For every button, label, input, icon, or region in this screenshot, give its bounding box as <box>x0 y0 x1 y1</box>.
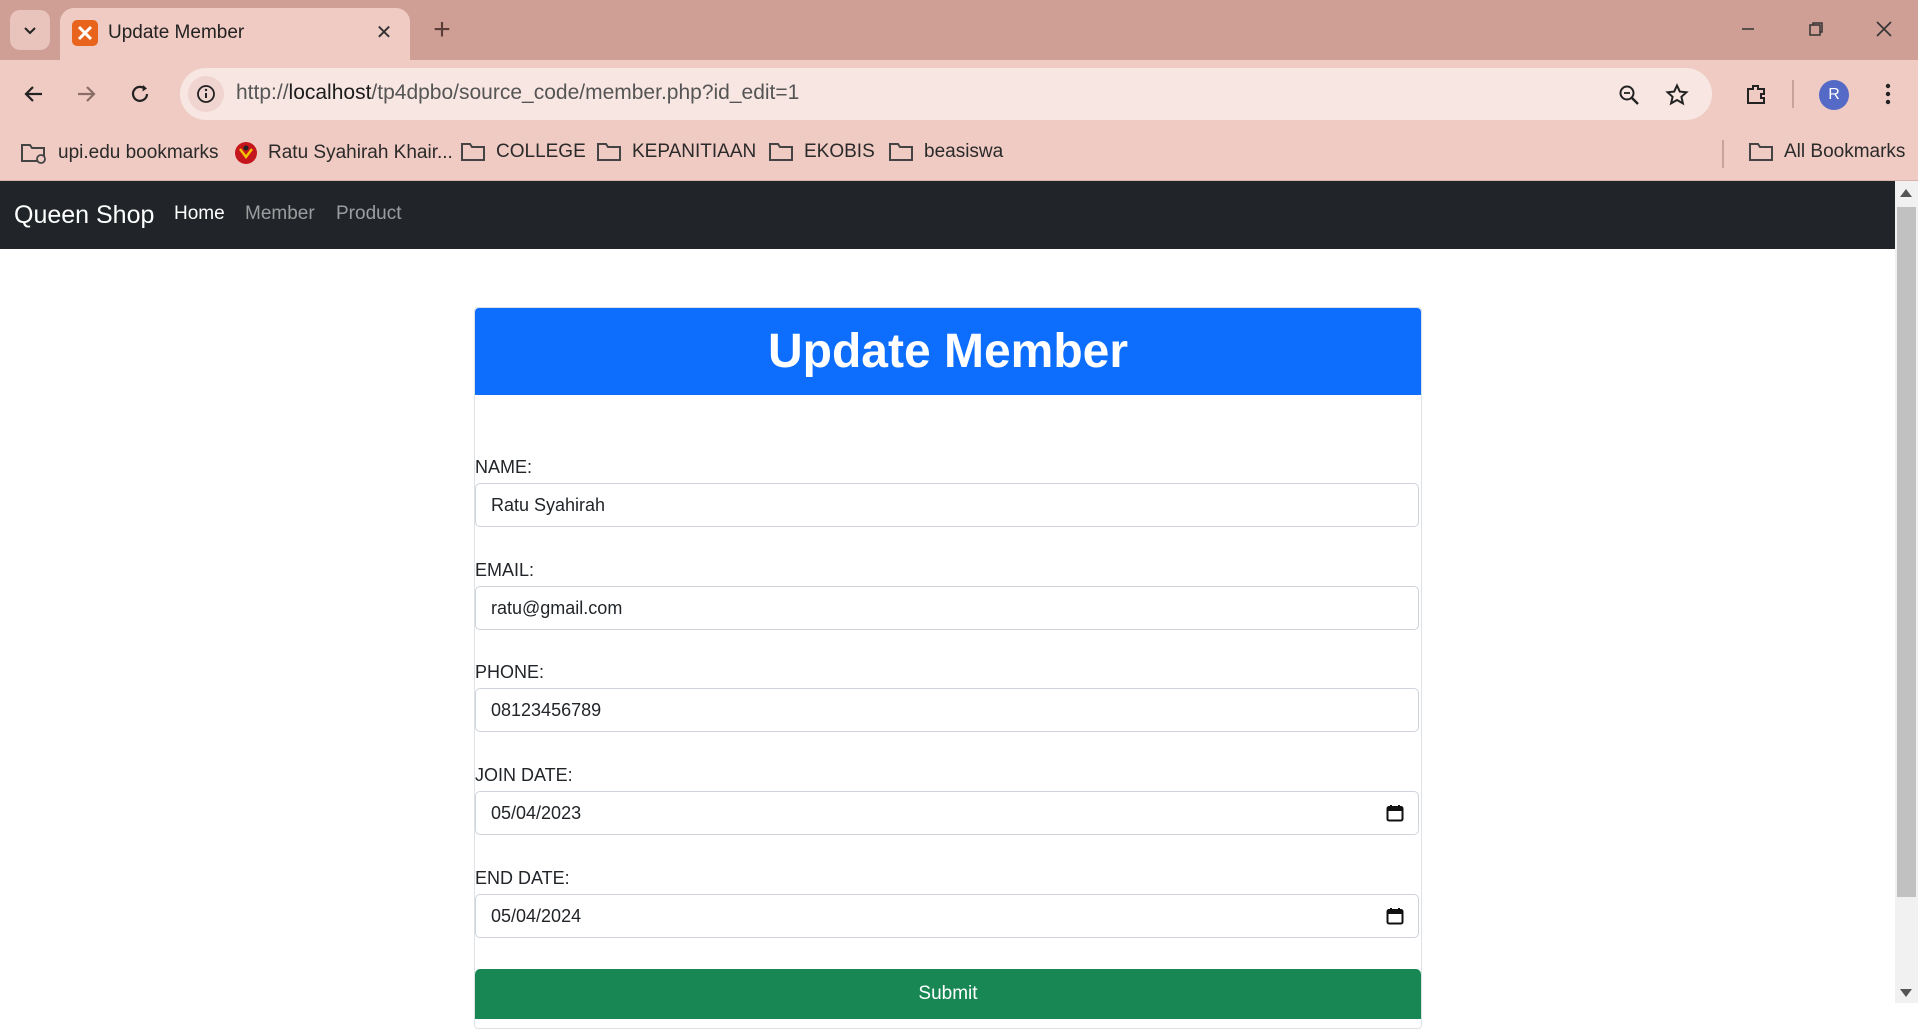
bookmark-beasiswa[interactable]: beasiswa <box>888 141 1003 163</box>
url-text[interactable]: http://localhost/tp4dpbo/source_code/mem… <box>236 81 799 105</box>
back-button[interactable] <box>12 72 56 116</box>
reload-icon <box>131 85 149 102</box>
folder-icon <box>769 143 793 161</box>
managed-folder-icon <box>21 144 46 164</box>
folder-icon <box>461 143 485 161</box>
join-date-value: 05/04/2023 <box>491 803 582 823</box>
tab-search-button[interactable] <box>10 10 50 50</box>
end-date-input[interactable]: 05/04/2024 <box>475 894 1419 938</box>
bookmarks-bar: upi.edu bookmarks Ratu Syahirah Khair...… <box>0 128 1918 181</box>
browser-tabstrip: Update Member ✕ + <box>0 0 1918 60</box>
address-bar[interactable]: http://localhost/tp4dpbo/source_code/mem… <box>180 68 1712 120</box>
arrow-right-icon <box>78 86 96 102</box>
reload-button[interactable] <box>118 72 162 116</box>
all-bookmarks-label: All Bookmarks <box>1784 141 1906 162</box>
page-title: Update Member <box>767 325 1129 378</box>
url-scheme: http:// <box>236 81 289 104</box>
end-date-value: 05/04/2024 <box>491 906 582 926</box>
phone-input[interactable]: 08123456789 <box>475 688 1419 732</box>
restore-icon[interactable] <box>1788 6 1844 52</box>
folder-icon <box>889 143 913 161</box>
card-header: Update Member <box>475 308 1421 395</box>
join-date-label: JOIN DATE: <box>475 765 573 785</box>
email-value: ratu@gmail.com <box>491 598 623 618</box>
close-window-icon[interactable] <box>1856 6 1912 52</box>
phone-value: 08123456789 <box>491 700 602 720</box>
site-info-icon[interactable] <box>188 76 224 112</box>
bookmark-label: beasiswa <box>924 141 1004 162</box>
nav-link-home[interactable]: Home <box>174 203 225 225</box>
browser-toolbar: http://localhost/tp4dpbo/source_code/mem… <box>0 60 1918 128</box>
calendar-icon[interactable] <box>1386 907 1404 925</box>
bookmark-ratu[interactable]: Ratu Syahirah Khair... <box>234 141 453 165</box>
tab-title: Update Member <box>108 22 245 43</box>
folder-icon <box>597 143 621 161</box>
scroll-down-arrow-icon[interactable] <box>1900 989 1912 997</box>
name-label: NAME: <box>475 457 533 477</box>
scroll-up-arrow-icon[interactable] <box>1900 189 1912 197</box>
end-date-label: END DATE: <box>475 868 570 888</box>
bookmark-label: KEPANITIAAN <box>632 141 757 162</box>
close-tab-icon[interactable]: ✕ <box>370 18 398 46</box>
folder-icon <box>1749 143 1773 161</box>
nav-link-member[interactable]: Member <box>245 203 315 225</box>
zoom-icon[interactable] <box>1612 78 1646 112</box>
tab-active[interactable]: Update Member ✕ <box>60 8 410 60</box>
site-logo-icon <box>235 142 257 164</box>
url-host: localhost <box>288 81 372 104</box>
forward-button[interactable] <box>64 72 108 116</box>
extensions-icon[interactable] <box>1734 72 1778 116</box>
url-path: /tp4dpbo/source_code/member.php?id_edit=… <box>371 81 800 104</box>
page-scrollbar[interactable] <box>1895 181 1918 1003</box>
name-input[interactable]: Ratu Syahirah <box>475 483 1419 527</box>
bookmark-college[interactable]: COLLEGE <box>460 141 586 163</box>
submit-button[interactable]: Submit <box>475 969 1421 1019</box>
menu-kebab-icon[interactable] <box>1866 72 1910 116</box>
update-member-card: Update Member NAME: Ratu Syahirah EMAIL:… <box>474 307 1422 1029</box>
site-navbar: Queen Shop Home Member Product <box>0 181 1895 249</box>
nav-link-product[interactable]: Product <box>336 203 401 225</box>
bookmark-label: COLLEGE <box>496 141 586 162</box>
calendar-icon[interactable] <box>1386 804 1404 822</box>
bookmark-label: Ratu Syahirah Khair... <box>268 142 453 163</box>
toolbar-divider <box>1792 80 1794 108</box>
email-label: EMAIL: <box>475 560 535 580</box>
navbar-brand[interactable]: Queen Shop <box>14 201 154 230</box>
bookmark-ekobis[interactable]: EKOBIS <box>768 141 875 163</box>
chevron-down-icon <box>24 27 36 35</box>
name-value: Ratu Syahirah <box>491 495 606 515</box>
all-bookmarks[interactable]: All Bookmarks <box>1748 141 1905 163</box>
phone-label: PHONE: <box>475 662 545 682</box>
bookmark-label: upi.edu bookmarks <box>58 142 219 163</box>
bookmark-star-icon[interactable] <box>1660 78 1694 112</box>
new-tab-icon[interactable]: + <box>426 14 458 46</box>
scroll-thumb[interactable] <box>1897 207 1916 897</box>
join-date-input[interactable]: 05/04/2023 <box>475 791 1419 835</box>
bookmark-upi-edu[interactable]: upi.edu bookmarks <box>20 141 219 165</box>
bookmarks-divider <box>1722 140 1724 168</box>
profile-avatar[interactable]: R <box>1819 80 1849 110</box>
email-input[interactable]: ratu@gmail.com <box>475 586 1419 630</box>
bookmark-kepanitiaan[interactable]: KEPANITIAAN <box>596 141 756 163</box>
arrow-left-icon <box>24 86 42 102</box>
bookmark-label: EKOBIS <box>804 141 875 162</box>
xampp-icon <box>72 20 98 46</box>
minimize-icon[interactable] <box>1720 6 1776 52</box>
